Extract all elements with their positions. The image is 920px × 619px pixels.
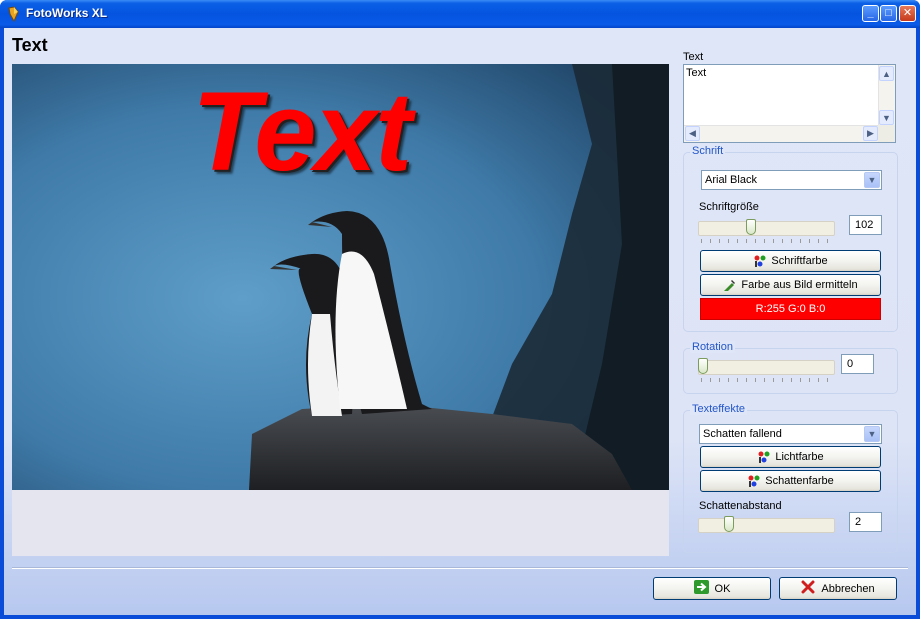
page-title: Text xyxy=(12,35,48,55)
settings-panel: Text Text ▲ ▼ ◀ ▶ Schrift Arial Black ▼ xyxy=(679,28,904,558)
close-button[interactable]: ✕ xyxy=(899,5,916,22)
cancel-x-icon xyxy=(801,580,815,597)
text-overlay[interactable]: Text xyxy=(192,76,412,188)
dialog-body: Text Text Text Text ▲ ▼ ◀ ▶ Schrift Aria… xyxy=(4,28,916,615)
palette-icon xyxy=(753,254,767,268)
effect-select-value: Schatten fallend xyxy=(703,428,782,440)
palette-icon xyxy=(757,450,771,464)
rotation-slider-thumb[interactable] xyxy=(698,358,708,374)
color-readout-text: R:255 G:0 B:0 xyxy=(755,303,826,315)
window-title: FotoWorks XL xyxy=(26,6,108,20)
chevron-down-icon[interactable]: ▼ xyxy=(864,426,880,442)
palette-icon xyxy=(747,474,761,488)
shadow-distance-slider[interactable] xyxy=(698,518,835,533)
minimize-button[interactable]: _ xyxy=(862,5,879,22)
rotation-slider[interactable] xyxy=(698,360,835,375)
rotation-group: Rotation 0 xyxy=(683,341,898,394)
font-select[interactable]: Arial Black ▼ xyxy=(701,170,882,190)
effect-select[interactable]: Schatten fallend ▼ xyxy=(699,424,882,444)
maximize-icon: □ xyxy=(885,7,892,19)
image-preview[interactable]: Text xyxy=(12,64,669,556)
font-size-label: Schriftgröße xyxy=(699,201,759,213)
chevron-down-icon[interactable]: ▼ xyxy=(864,172,880,188)
shadow-distance-input[interactable]: 2 xyxy=(849,512,882,532)
maximize-button[interactable]: □ xyxy=(880,5,897,22)
horizontal-scrollbar[interactable]: ◀ ▶ xyxy=(684,125,879,142)
vertical-scrollbar[interactable]: ▲ ▼ xyxy=(878,65,895,126)
cancel-button[interactable]: Abbrechen xyxy=(779,577,897,600)
scroll-left-icon[interactable]: ◀ xyxy=(685,126,700,141)
shadow-color-button-label: Schattenfarbe xyxy=(765,475,834,487)
font-size-input[interactable]: 102 xyxy=(849,215,882,235)
font-size-slider-thumb[interactable] xyxy=(746,219,756,235)
app-window: FotoWorks XL _ □ ✕ Text Text Text Text ▲… xyxy=(0,0,920,619)
app-logo-icon xyxy=(8,6,19,22)
font-size-slider[interactable] xyxy=(698,221,835,236)
text-input-box[interactable]: Text ▲ ▼ ◀ ▶ xyxy=(683,64,896,143)
title-bar[interactable]: FotoWorks XL _ □ ✕ xyxy=(0,0,920,28)
rotation-ticks xyxy=(701,378,832,382)
scroll-down-icon[interactable]: ▼ xyxy=(879,110,894,125)
light-color-button-label: Lichtfarbe xyxy=(775,451,824,463)
font-color-button[interactable]: Schriftfarbe xyxy=(700,250,881,272)
footer-separator xyxy=(12,567,908,569)
shadow-distance-slider-thumb[interactable] xyxy=(724,516,734,532)
ok-button-label: OK xyxy=(714,582,731,595)
font-group: Schrift Arial Black ▼ Schriftgröße 102 S… xyxy=(683,145,898,332)
scroll-up-icon[interactable]: ▲ xyxy=(879,66,894,81)
text-effects-group: Texteffekte Schatten fallend ▼ Lichtfarb… xyxy=(683,403,898,553)
minimize-icon: _ xyxy=(867,7,874,19)
light-color-button[interactable]: Lichtfarbe xyxy=(700,446,881,468)
shadow-distance-label: Schattenabstand xyxy=(699,500,782,512)
rotation-input[interactable]: 0 xyxy=(841,354,874,374)
scroll-right-icon[interactable]: ▶ xyxy=(863,126,878,141)
font-size-ticks xyxy=(701,239,832,243)
cancel-button-label: Abbrechen xyxy=(821,582,875,595)
color-readout: R:255 G:0 B:0 xyxy=(700,298,881,320)
rotation-group-title: Rotation xyxy=(690,341,735,353)
font-color-button-label: Schriftfarbe xyxy=(771,255,828,267)
close-icon: ✕ xyxy=(902,7,913,19)
text-input[interactable]: Text xyxy=(686,67,878,125)
font-group-title: Schrift xyxy=(690,145,726,157)
ok-button[interactable]: OK xyxy=(653,577,771,600)
shadow-color-button[interactable]: Schattenfarbe xyxy=(700,470,881,492)
font-select-value: Arial Black xyxy=(705,174,757,186)
pick-color-button-label: Farbe aus Bild ermitteln xyxy=(741,279,858,291)
scroll-corner xyxy=(878,125,895,142)
arrow-right-icon xyxy=(693,580,709,597)
eyedropper-icon xyxy=(723,278,737,292)
text-effects-group-title: Texteffekte xyxy=(690,403,747,415)
text-field-label: Text xyxy=(683,51,704,63)
pick-color-button[interactable]: Farbe aus Bild ermitteln xyxy=(700,274,881,296)
